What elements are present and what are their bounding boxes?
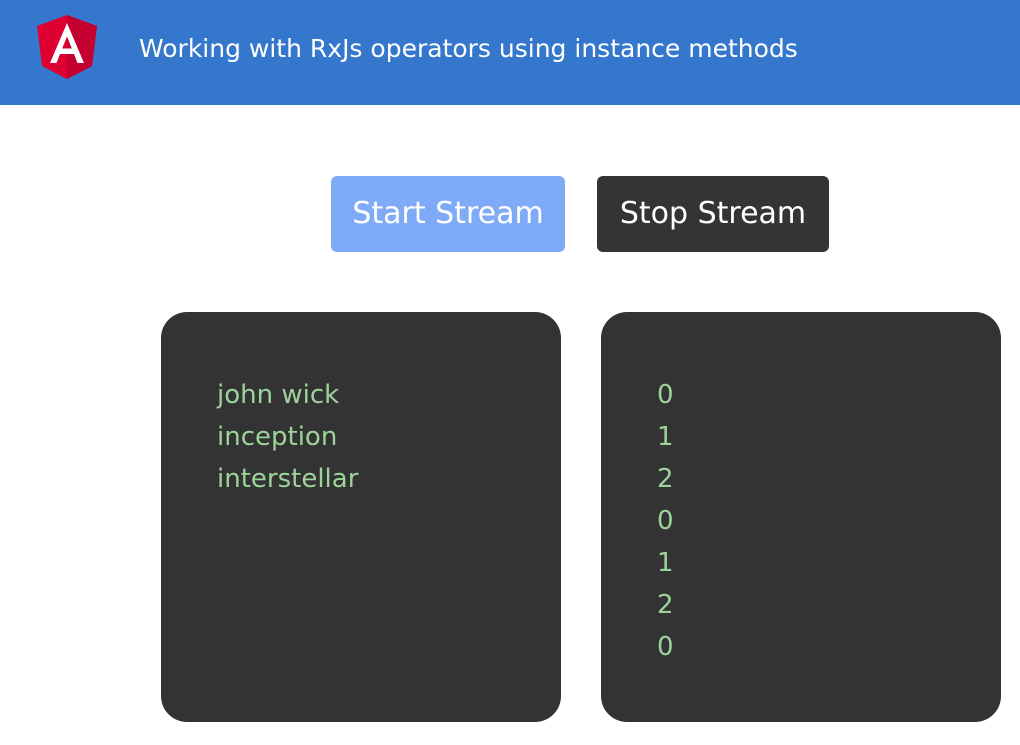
list-item: 1 [657,548,674,578]
index-output-panel: 0 1 2 0 1 2 0 [601,312,1001,722]
stop-stream-button[interactable]: Stop Stream [597,176,829,252]
list-item: inception [217,422,338,452]
list-item: 2 [657,464,674,494]
page-title: Working with RxJs operators using instan… [139,34,798,63]
list-item: interstellar [217,464,359,494]
list-item: 2 [657,590,674,620]
list-item: john wick [217,380,340,410]
list-item: 0 [657,506,674,536]
angular-logo-icon [37,15,97,79]
start-stream-button[interactable]: Start Stream [331,176,565,252]
list-item: 0 [657,380,674,410]
movies-list: john wick inception interstellar [217,374,358,500]
list-item: 0 [657,632,674,662]
movies-output-panel: john wick inception interstellar [161,312,561,722]
index-list: 0 1 2 0 1 2 0 [657,374,674,668]
list-item: 1 [657,422,674,452]
app-header: Working with RxJs operators using instan… [0,0,1020,105]
